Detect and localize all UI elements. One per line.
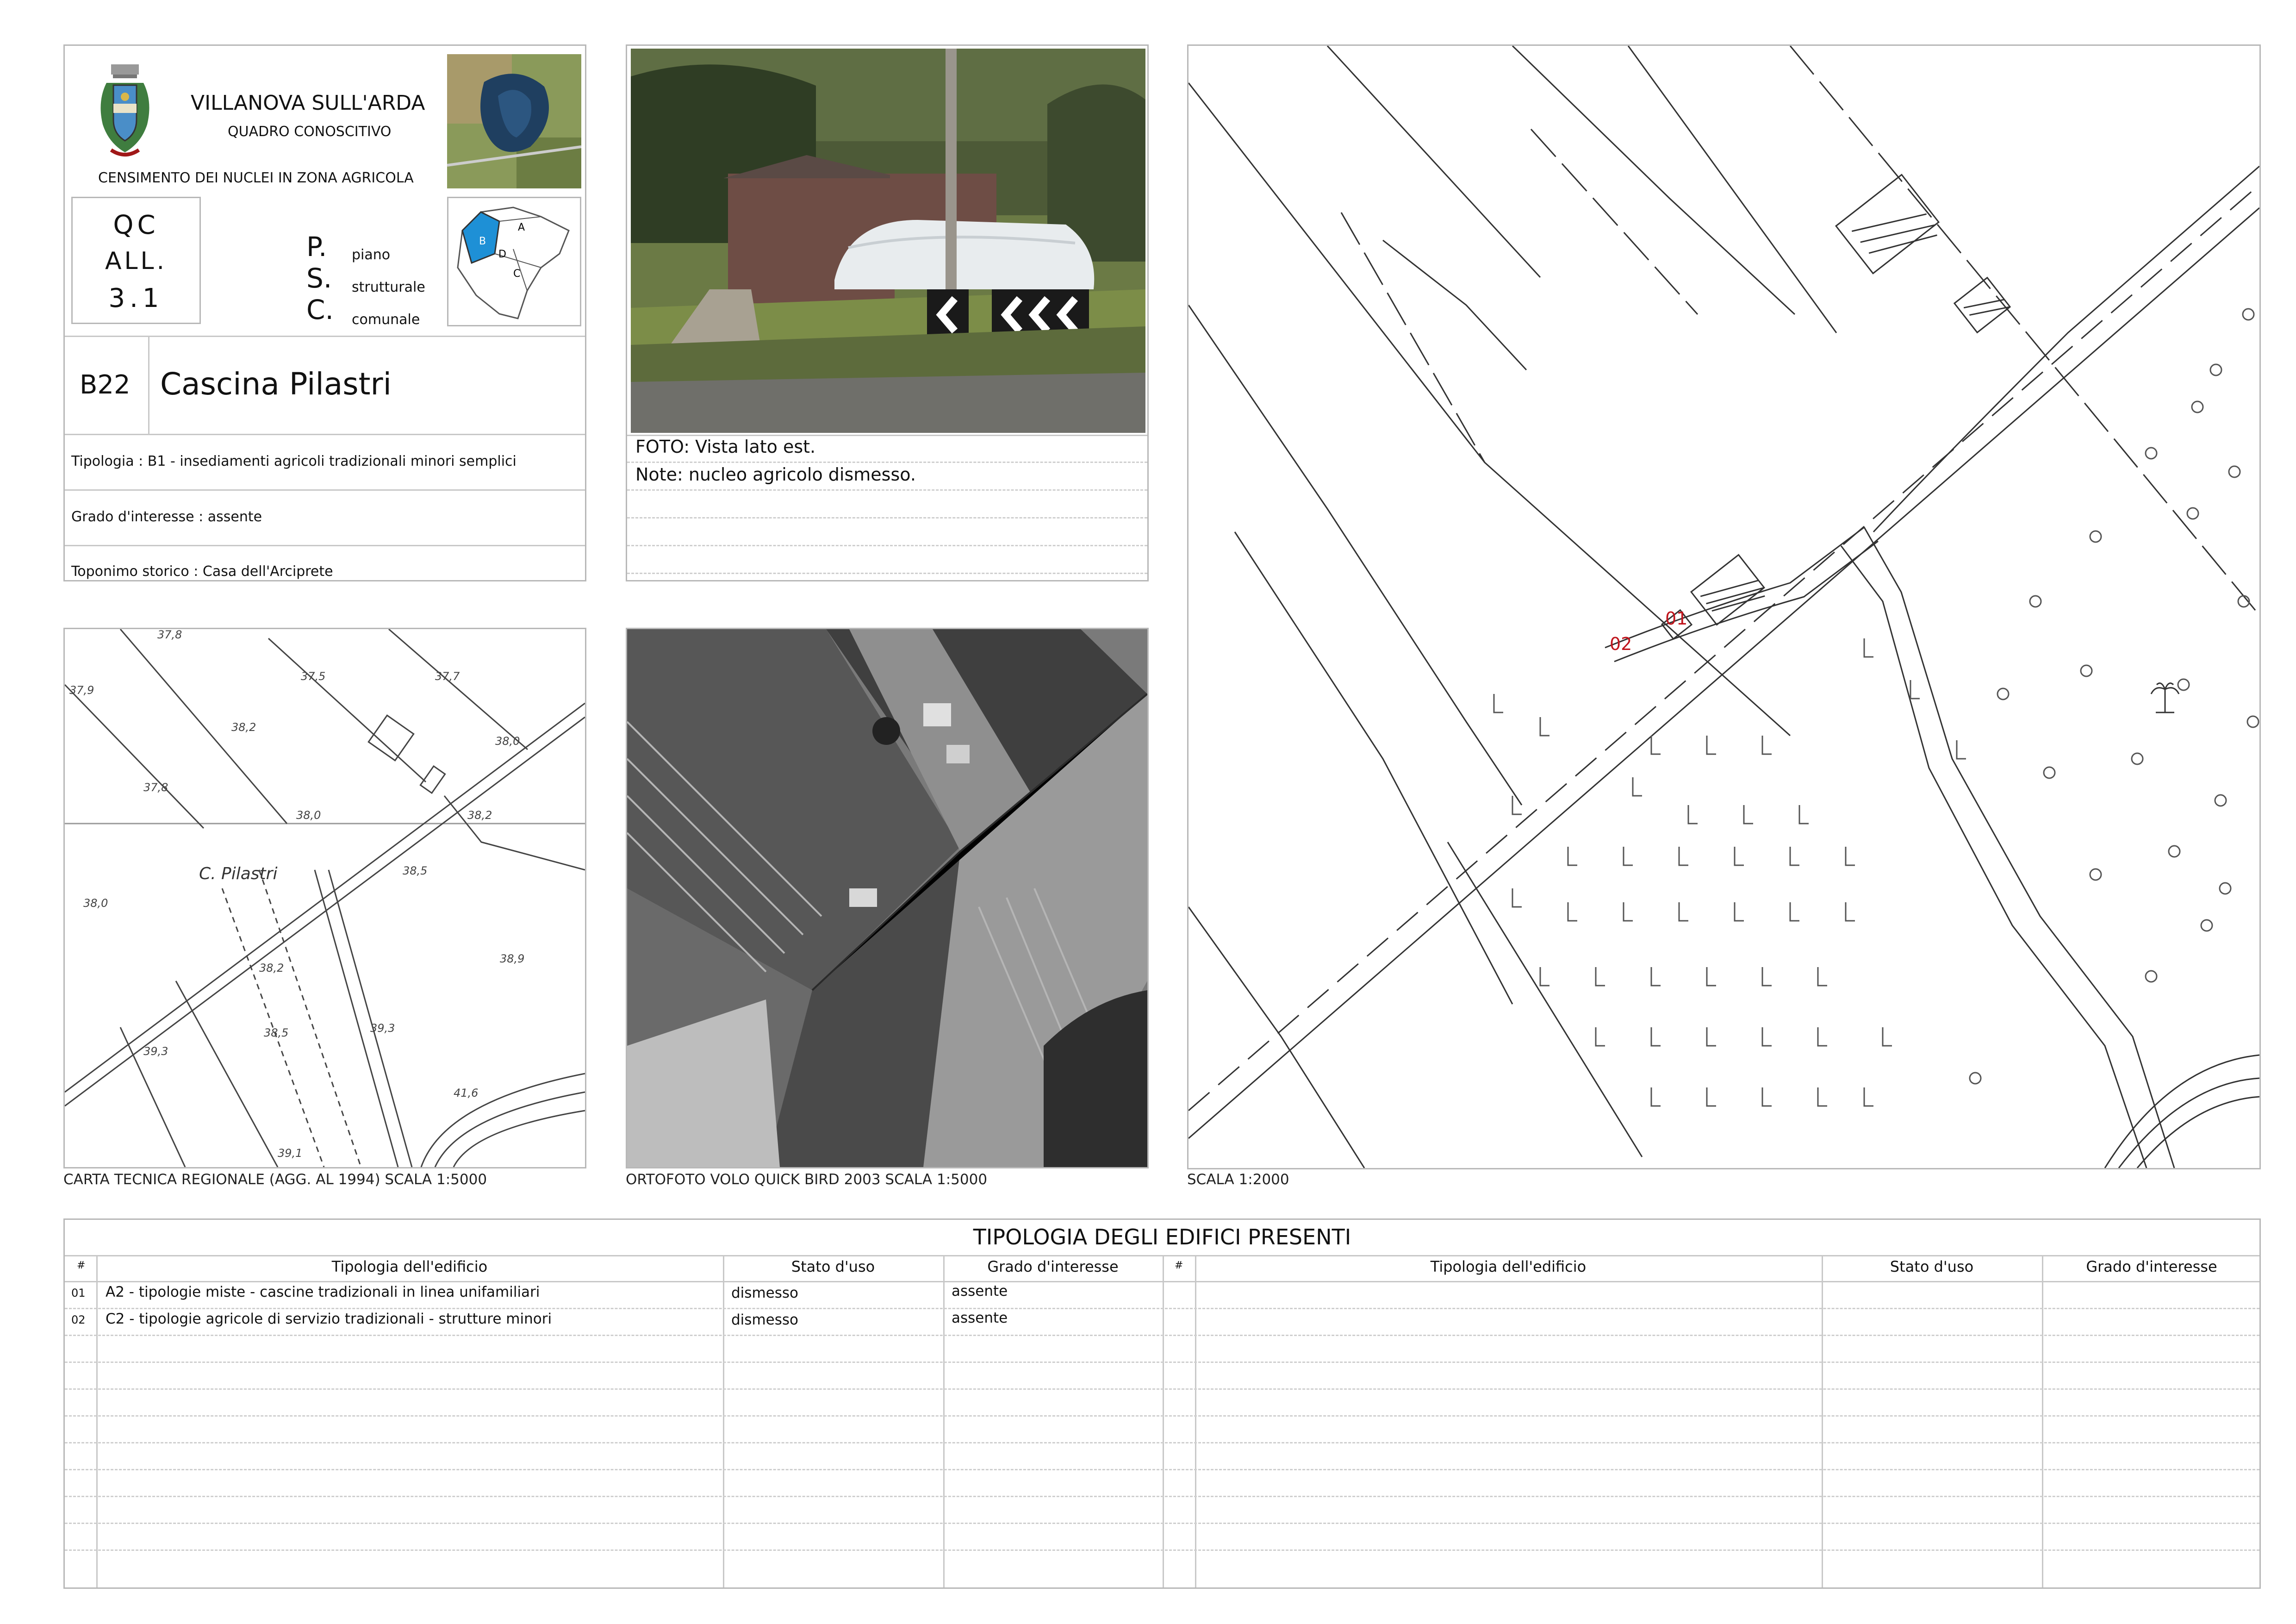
plan-caption: SCALA 1:2000 — [1187, 1171, 1289, 1188]
orthophoto-image — [627, 629, 1147, 1167]
ctr-elev-12: 38,2 — [259, 962, 284, 974]
tree-symbol-icon — [2150, 682, 2180, 713]
table-title: TIPOLOGIA DEGLI EDIFICI PRESENTI — [973, 1224, 1351, 1249]
ortho-caption: ORTOFOTO VOLO QUICK BIRD 2003 SCALA 1:50… — [626, 1171, 988, 1188]
header-hash-left: # — [77, 1260, 86, 1271]
header-stato-left: Stato d'uso — [791, 1258, 875, 1275]
psc-letter-s: S. — [306, 262, 332, 294]
ctr-caption: CARTA TECNICA REGIONALE (AGG. AL 1994) S… — [63, 1171, 487, 1188]
qc-box: QC ALL. 3.1 — [71, 197, 201, 324]
photo-note: Note: nucleo agricolo dismesso. — [635, 464, 916, 485]
ctr-drawing: 37,8 37,5 37,7 37,9 38,2 38,0 37,8 38,0 … — [65, 629, 585, 1167]
header-panel: VILLANOVA SULL'ARDA QUADRO CONOSCITIVO C… — [63, 44, 586, 581]
header-tipologia-left: Tipologia dell'edificio — [331, 1258, 488, 1275]
orthophoto — [626, 628, 1149, 1168]
record-toponimo: Toponimo storico : Casa dell'Arciprete — [71, 563, 333, 580]
header-stato-right: Stato d'uso — [1890, 1258, 1974, 1275]
ctr-elev-13: 38,5 — [264, 1026, 288, 1039]
ctr-elev-18: 41,6 — [454, 1087, 478, 1099]
header-hash-right: # — [1175, 1260, 1183, 1271]
number-label: 3.1 — [108, 283, 164, 313]
ctr-map: 37,8 37,5 37,7 37,9 38,2 38,0 37,8 38,0 … — [63, 628, 586, 1168]
plan-marker-01: 01 — [1665, 608, 1687, 629]
ctr-elev-7: 37,8 — [143, 781, 168, 794]
header-grado-right: Grado d'interesse — [2086, 1258, 2217, 1275]
ctr-elev-15: 39,3 — [370, 1022, 395, 1035]
plan-map: 01 02 — [1187, 44, 2261, 1169]
plan-drawing: 01 02 — [1188, 46, 2259, 1168]
document-subtitle: QUADRO CONOSCITIVO — [228, 124, 392, 140]
all-label: ALL. — [105, 247, 168, 275]
header-grado-left: Grado d'interesse — [987, 1258, 1119, 1275]
row-2-number: 02 — [71, 1313, 86, 1326]
inset-label-c: C — [513, 268, 520, 280]
inset-label-b: B — [479, 236, 486, 247]
psc-word-piano: piano — [352, 247, 391, 263]
record-grado: Grado d'interesse : assente — [71, 509, 262, 525]
psc-word-comunale: comunale — [352, 312, 420, 328]
psc-letter-p: P. — [306, 231, 327, 262]
photo-caption: FOTO: Vista lato est. — [635, 437, 816, 457]
inset-label-a: A — [518, 222, 525, 233]
ctr-elev-8: 38,0 — [296, 809, 321, 822]
row-2-stato: dismesso — [731, 1312, 798, 1328]
row-1-tipologia: A2 - tipologie miste - cascine tradizion… — [106, 1284, 540, 1300]
ctr-elev-5: 38,2 — [231, 721, 256, 734]
municipality-name: VILLANOVA SULL'ARDA — [191, 91, 425, 115]
ctr-elev-4: 37,9 — [69, 684, 94, 697]
header-tipologia-right: Tipologia dell'edificio — [1430, 1258, 1587, 1275]
ctr-elev-2: 37,5 — [301, 670, 325, 683]
ctr-elev-1: 37,8 — [157, 629, 182, 641]
ctr-elev-17: 39,1 — [278, 1147, 302, 1160]
ctr-elev-10: 38,5 — [403, 864, 427, 877]
ctr-elev-14: 38,9 — [500, 952, 524, 965]
row-2-tipologia: C2 - tipologie agricole di servizio trad… — [106, 1311, 552, 1327]
ctr-elev-9: 38,2 — [467, 809, 492, 822]
record-code: B22 — [80, 370, 131, 400]
ctr-elev-3: 37,7 — [435, 670, 460, 683]
ctr-elev-11: 38,0 — [83, 897, 108, 910]
coat-of-arms-icon — [100, 64, 149, 156]
photo-panel: FOTO: Vista lato est. Note: nucleo agric… — [626, 44, 1149, 581]
site-photo — [631, 49, 1145, 433]
ctr-place-name: C. Pilastri — [199, 864, 277, 883]
record-tipologia: Tipologia : B1 - insediamenti agricoli t… — [71, 453, 516, 469]
row-1-stato: dismesso — [731, 1285, 798, 1301]
qc-label: QC — [113, 210, 159, 240]
aerial-thumbnail — [447, 54, 581, 188]
row-2-grado: assente — [952, 1310, 1008, 1326]
plan-marker-02: 02 — [1610, 634, 1632, 654]
buildings-table: TIPOLOGIA DEGLI EDIFICI PRESENTI # Tipol… — [63, 1218, 2261, 1589]
census-title: CENSIMENTO DEI NUCLEI IN ZONA AGRICOLA — [98, 170, 414, 186]
record-name: Cascina Pilastri — [160, 366, 392, 402]
inset-map: A B C D — [447, 197, 581, 326]
row-1-number: 01 — [71, 1287, 86, 1299]
ctr-elev-16: 39,3 — [143, 1045, 168, 1058]
inset-label-d: D — [498, 249, 506, 260]
psc-word-strutturale: strutturale — [352, 279, 425, 295]
ctr-elev-6: 38,0 — [495, 735, 520, 748]
psc-letter-c: C. — [306, 294, 334, 325]
row-1-grado: assente — [952, 1283, 1008, 1299]
